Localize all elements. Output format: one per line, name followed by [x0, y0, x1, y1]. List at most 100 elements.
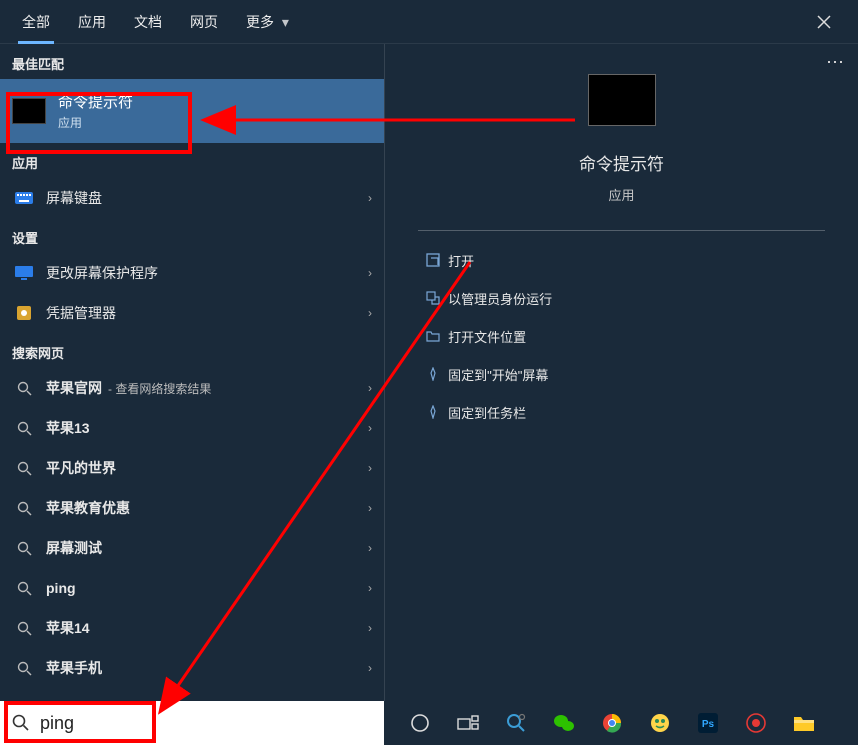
footer: Ps	[0, 701, 858, 745]
chevron-right-icon: ›	[368, 621, 372, 635]
action-open[interactable]: 打开	[418, 241, 825, 279]
search-box[interactable]	[0, 701, 384, 745]
more-options-button[interactable]: ⋯	[826, 52, 844, 73]
chevron-down-icon: ▾	[282, 14, 289, 30]
search-icon	[12, 381, 36, 396]
chevron-right-icon: ›	[368, 661, 372, 675]
result-label: 苹果14	[46, 618, 90, 638]
taskbar: Ps	[384, 701, 858, 745]
web-result[interactable]: ping ›	[0, 568, 384, 608]
preview-divider	[418, 230, 825, 231]
web-result[interactable]: 苹果官网 - 查看网络搜索结果 ›	[0, 368, 384, 408]
section-web: 搜索网页	[0, 333, 384, 368]
web-result[interactable]: 苹果教育优惠 ›	[0, 488, 384, 528]
web-result[interactable]: 苹果14 ›	[0, 608, 384, 648]
section-apps: 应用	[0, 143, 384, 178]
tab-documents[interactable]: 文档	[120, 0, 176, 44]
action-label: 固定到任务栏	[448, 403, 526, 422]
search-input[interactable]	[40, 713, 372, 734]
monitor-icon	[12, 266, 36, 280]
action-label: 打开	[448, 251, 474, 270]
tab-web[interactable]: 网页	[176, 0, 232, 44]
close-button[interactable]	[808, 10, 840, 34]
wechat-icon[interactable]	[552, 711, 576, 735]
result-label: 屏幕测试	[46, 538, 102, 558]
svg-text:Ps: Ps	[702, 719, 715, 730]
open-icon	[418, 253, 448, 267]
task-view-icon[interactable]	[456, 711, 480, 735]
chrome-icon[interactable]	[600, 711, 624, 735]
pin-start-icon	[418, 367, 448, 381]
action-label: 固定到"开始"屏幕	[448, 365, 548, 384]
tab-more-label: 更多	[246, 14, 274, 30]
chevron-right-icon: ›	[368, 541, 372, 555]
action-pin-start[interactable]: 固定到"开始"屏幕	[418, 355, 825, 393]
web-result[interactable]: 屏幕测试 ›	[0, 528, 384, 568]
record-icon[interactable]	[744, 711, 768, 735]
chevron-right-icon: ›	[368, 581, 372, 595]
result-label: 凭据管理器	[46, 303, 116, 323]
result-on-screen-keyboard[interactable]: 屏幕键盘 ›	[0, 178, 384, 218]
section-settings: 设置	[0, 218, 384, 253]
search-icon	[12, 421, 36, 436]
folder-icon	[418, 330, 448, 342]
shield-admin-icon	[418, 291, 448, 305]
chevron-right-icon: ›	[368, 266, 372, 280]
web-result[interactable]: 苹果手机 ›	[0, 648, 384, 688]
result-label: 苹果教育优惠	[46, 498, 130, 518]
action-label: 以管理员身份运行	[448, 289, 552, 308]
result-label: 苹果13	[46, 418, 90, 438]
search-icon	[12, 581, 36, 596]
chevron-right-icon: ›	[368, 381, 372, 395]
search-icon	[12, 621, 36, 636]
action-label: 打开文件位置	[448, 327, 526, 346]
search-icon	[12, 541, 36, 556]
web-result[interactable]: 苹果13 ›	[0, 408, 384, 448]
result-label: 苹果手机	[46, 658, 102, 678]
search-icon	[12, 501, 36, 516]
photoshop-icon[interactable]: Ps	[696, 711, 720, 735]
result-label: 苹果官网	[46, 378, 102, 398]
chevron-right-icon: ›	[368, 501, 372, 515]
chevron-right-icon: ›	[368, 421, 372, 435]
preview-actions: 打开 以管理员身份运行 打开文件位置 固定到"开始"屏幕 固定到任务栏	[418, 241, 825, 431]
cortana-icon[interactable]	[408, 711, 432, 735]
tab-apps[interactable]: 应用	[64, 0, 120, 44]
cmd-prompt-icon	[12, 98, 46, 124]
result-label: ping	[46, 580, 76, 596]
action-pin-taskbar[interactable]: 固定到任务栏	[418, 393, 825, 431]
result-sublabel: - 查看网络搜索结果	[108, 380, 211, 397]
credential-icon	[12, 305, 36, 321]
app-icon-green[interactable]	[648, 711, 672, 735]
search-icon	[12, 461, 36, 476]
chevron-right-icon: ›	[368, 191, 372, 205]
search-filter-tabs: 全部 应用 文档 网页 更多 ▾	[0, 0, 858, 44]
search-icon	[12, 714, 30, 732]
section-best-match: 最佳匹配	[0, 44, 384, 79]
chevron-right-icon: ›	[368, 306, 372, 320]
action-open-location[interactable]: 打开文件位置	[418, 317, 825, 355]
tab-more[interactable]: 更多 ▾	[232, 0, 303, 44]
pin-taskbar-icon	[418, 405, 448, 419]
chevron-right-icon: ›	[368, 461, 372, 475]
result-screensaver-settings[interactable]: 更改屏幕保护程序 ›	[0, 253, 384, 293]
result-label: 平凡的世界	[46, 458, 116, 478]
search-icon	[12, 661, 36, 676]
close-icon	[816, 14, 832, 30]
result-credential-manager[interactable]: 凭据管理器 ›	[0, 293, 384, 333]
settings-search-icon[interactable]	[504, 711, 528, 735]
best-match-subtitle: 应用	[58, 114, 133, 131]
preview-subtitle: 应用	[608, 185, 634, 204]
preview-app-icon	[588, 74, 656, 126]
search-results-panel: 最佳匹配 命令提示符 应用 应用 屏幕键盘 › 设置 更改屏幕保护程序 ›	[0, 44, 384, 701]
preview-panel: 命令提示符 应用 打开 以管理员身份运行 打开文件位置 固定到"开始"屏幕	[385, 44, 858, 701]
best-match-title: 命令提示符	[58, 91, 133, 112]
preview-title: 命令提示符	[579, 150, 664, 175]
result-label: 屏幕键盘	[46, 188, 102, 208]
best-match-result[interactable]: 命令提示符 应用	[0, 79, 384, 143]
tab-all[interactable]: 全部	[8, 0, 64, 44]
web-result[interactable]: 平凡的世界 ›	[0, 448, 384, 488]
result-label: 更改屏幕保护程序	[46, 263, 158, 283]
action-run-as-admin[interactable]: 以管理员身份运行	[418, 279, 825, 317]
file-explorer-icon[interactable]	[792, 711, 816, 735]
